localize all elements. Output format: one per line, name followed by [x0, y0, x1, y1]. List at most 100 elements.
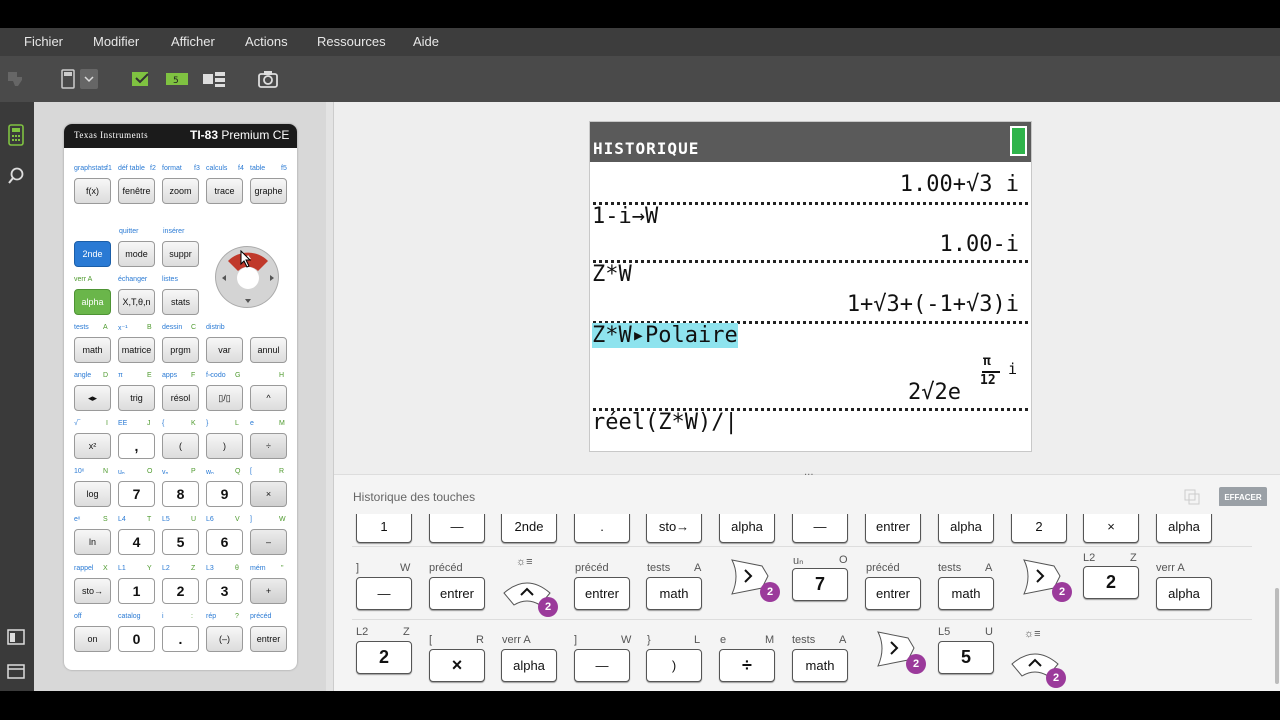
panel-splitter[interactable]	[326, 102, 334, 691]
history-key[interactable]: )	[646, 649, 702, 682]
key-9[interactable]: 9	[206, 481, 243, 507]
key-1[interactable]: 1	[118, 578, 155, 604]
keypress-history-icon[interactable]	[5, 660, 27, 682]
history-key[interactable]: 2	[356, 641, 412, 674]
menu-actions[interactable]: Actions	[245, 34, 288, 49]
menu-bar: Fichier Modifier Afficher Actions Ressou…	[0, 28, 1280, 56]
key-5[interactable]: 5	[162, 529, 199, 555]
key-matrice[interactable]: matrice	[118, 337, 155, 363]
emulator-panel-icon[interactable]	[5, 626, 27, 648]
history-key[interactable]: ×	[1083, 510, 1139, 543]
key-sto[interactable]: sto→	[74, 578, 111, 604]
history-key[interactable]: 2	[1083, 566, 1139, 599]
key-dot[interactable]: .	[162, 626, 199, 652]
key-stats[interactable]: stats	[162, 289, 199, 315]
key-secondary-label: verr A	[74, 276, 93, 283]
key-divide[interactable]: ÷	[250, 433, 287, 459]
key-on[interactable]: on	[74, 626, 111, 652]
key-secondary-label: f1	[106, 165, 112, 172]
send-to-calc-icon[interactable]	[130, 66, 154, 92]
key-lparen[interactable]: (	[162, 433, 199, 459]
key-3[interactable]: 3	[206, 578, 243, 604]
key-frac[interactable]: ◂▸	[74, 385, 111, 411]
history-key[interactable]: —	[356, 577, 412, 610]
key-alpha[interactable]: alpha	[74, 289, 111, 315]
key-annul[interactable]: annul	[250, 337, 287, 363]
history-key[interactable]: 2	[1011, 510, 1067, 543]
drag-handle[interactable]: ···	[804, 470, 814, 481]
key-4[interactable]: 4	[118, 529, 155, 555]
history-key[interactable]: alpha	[1156, 510, 1212, 543]
copy-icon[interactable]	[1184, 489, 1200, 505]
history-key[interactable]: entrer	[429, 577, 485, 610]
history-key[interactable]: ÷	[719, 649, 775, 682]
menu-modifier[interactable]: Modifier	[93, 34, 139, 49]
key-square[interactable]: x²	[74, 433, 111, 459]
key-suppr[interactable]: suppr	[162, 241, 199, 267]
key-trace[interactable]: trace	[206, 178, 243, 204]
key-zoom[interactable]: zoom	[162, 178, 199, 204]
key-var[interactable]: var	[206, 337, 243, 363]
key-fraction[interactable]: ▯/▯	[206, 385, 243, 411]
history-key[interactable]: entrer	[865, 577, 921, 610]
key-multiply[interactable]: ×	[250, 481, 287, 507]
search-icon[interactable]	[5, 165, 27, 187]
key-entrer[interactable]: entrer	[250, 626, 287, 652]
history-scrollbar[interactable]	[1275, 588, 1279, 684]
history-key[interactable]: alpha	[1156, 577, 1212, 610]
key-fx[interactable]: f(x)	[74, 178, 111, 204]
history-key[interactable]: —	[792, 510, 848, 543]
key-2nde[interactable]: 2nde	[74, 241, 111, 267]
history-key[interactable]: —	[574, 649, 630, 682]
key-8[interactable]: 8	[162, 481, 199, 507]
history-key[interactable]: alpha	[719, 510, 775, 543]
history-key-label: verr A	[502, 634, 531, 646]
key-ln[interactable]: ln	[74, 529, 111, 555]
key-prgm[interactable]: prgm	[162, 337, 199, 363]
calculator-view-dropdown[interactable]	[58, 66, 100, 92]
calculator-tab-icon[interactable]	[5, 124, 27, 146]
key-rparen[interactable]: )	[206, 433, 243, 459]
history-key[interactable]: alpha	[501, 649, 557, 682]
key-fenetre[interactable]: fenêtre	[118, 178, 155, 204]
clear-history-button[interactable]: EFFACER	[1219, 487, 1267, 507]
menu-afficher[interactable]: Afficher	[171, 34, 215, 49]
key-plus[interactable]: +	[250, 578, 287, 604]
screen-result-4-pi: π	[983, 354, 991, 369]
history-key[interactable]: math	[938, 577, 994, 610]
key-xtn[interactable]: X,T,θ,n	[118, 289, 155, 315]
history-key[interactable]: —	[429, 510, 485, 543]
history-key[interactable]: ×	[429, 649, 485, 682]
camera-icon[interactable]	[256, 66, 280, 92]
history-key[interactable]: 7	[792, 568, 848, 601]
key-6[interactable]: 6	[206, 529, 243, 555]
history-key[interactable]: math	[646, 577, 702, 610]
key-log[interactable]: log	[74, 481, 111, 507]
menu-fichier[interactable]: Fichier	[24, 34, 63, 49]
history-key[interactable]: .	[574, 510, 630, 543]
history-key[interactable]: math	[792, 649, 848, 682]
key-power[interactable]: ^	[250, 385, 287, 411]
key-math[interactable]: math	[74, 337, 111, 363]
key-negate[interactable]: (–)	[206, 626, 243, 652]
history-key[interactable]: 5	[938, 641, 994, 674]
key-2[interactable]: 2	[162, 578, 199, 604]
key-0[interactable]: 0	[118, 626, 155, 652]
history-key[interactable]: alpha	[938, 510, 994, 543]
history-key[interactable]: 1	[356, 510, 412, 543]
layout-icon[interactable]	[201, 66, 227, 92]
history-key[interactable]: 2nde	[501, 510, 557, 543]
key-trig[interactable]: trig	[118, 385, 155, 411]
history-key[interactable]: entrer	[865, 510, 921, 543]
key-comma[interactable]: ,	[118, 433, 155, 459]
key-7[interactable]: 7	[118, 481, 155, 507]
key-mode[interactable]: mode	[118, 241, 155, 267]
key-graphe[interactable]: graphe	[250, 178, 287, 204]
menu-ressources[interactable]: Ressources	[317, 34, 386, 49]
history-key[interactable]: sto→	[646, 510, 702, 543]
key-resol[interactable]: résol	[162, 385, 199, 411]
screen-capture-program-icon[interactable]: 5	[164, 66, 190, 92]
history-key[interactable]: entrer	[574, 577, 630, 610]
menu-aide[interactable]: Aide	[413, 34, 439, 49]
key-minus[interactable]: –	[250, 529, 287, 555]
